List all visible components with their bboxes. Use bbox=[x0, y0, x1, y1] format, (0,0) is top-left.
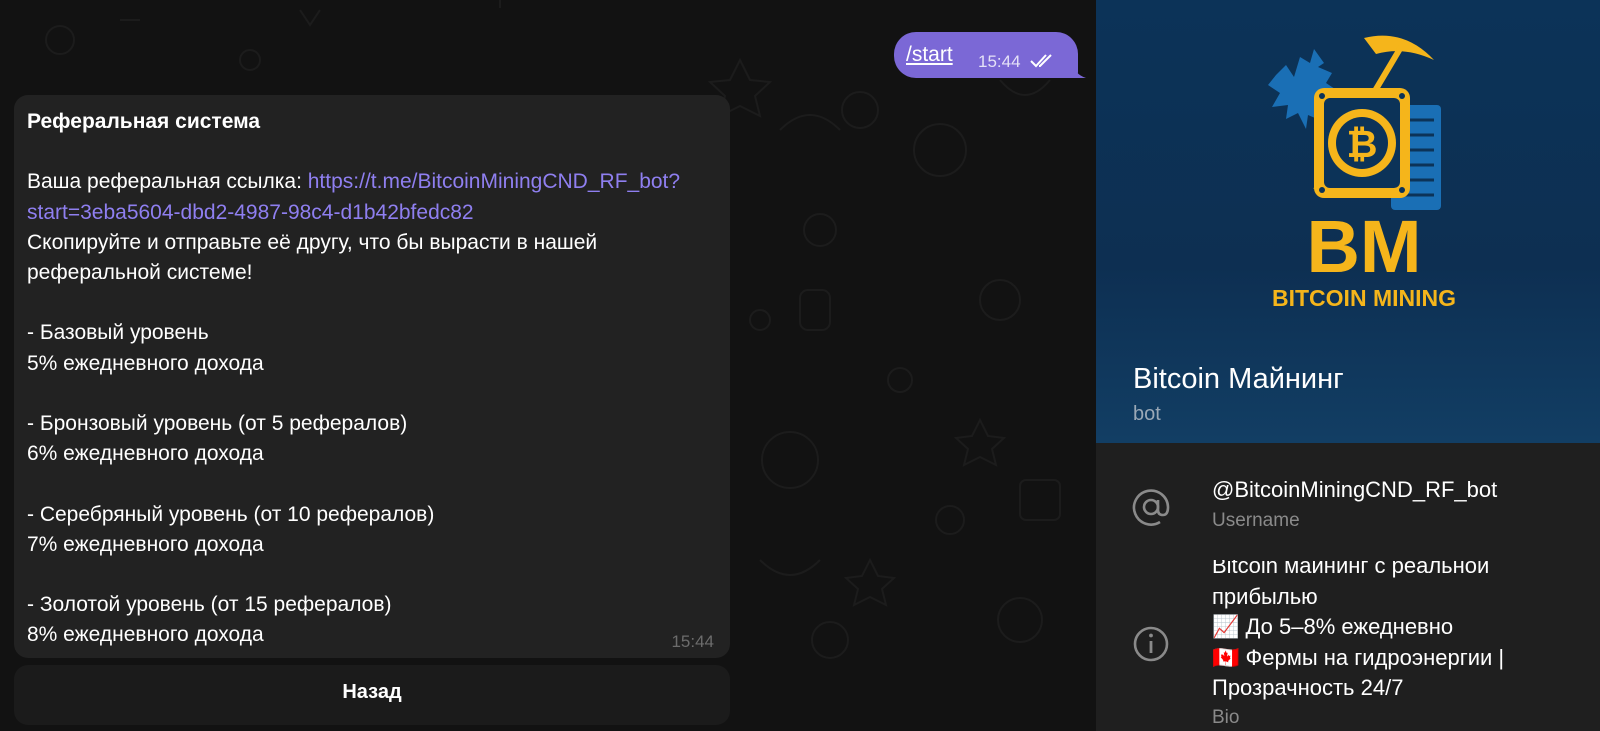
profile-header-image: ₿ BM BITCOIN MINING Bitcoin Майнинг bot bbox=[1096, 0, 1600, 443]
bio-row[interactable]: Bitcoin майнинг с реальной прибылью 📈 До… bbox=[1096, 560, 1600, 731]
bitcoin-mining-logo: ₿ BM BITCOIN MINING bbox=[1268, 35, 1456, 310]
bot-subtitle: bot bbox=[1133, 403, 1161, 425]
bio-label: Bio bbox=[1212, 707, 1240, 728]
message-time: 15:44 bbox=[978, 52, 1021, 71]
info-icon bbox=[1133, 626, 1169, 662]
back-button[interactable]: Назад bbox=[14, 665, 730, 725]
link-intro: Ваша реферальная ссылка: bbox=[27, 170, 308, 194]
logo-bitcoin-mining-text: BITCOIN MINING bbox=[1272, 285, 1456, 310]
logo-bm-text: BM bbox=[1306, 205, 1421, 288]
at-icon bbox=[1132, 489, 1170, 526]
bot-name: Bitcoin Майнинг bbox=[1133, 363, 1344, 395]
chat-area: /start 15:44 Реферальная система Ваша ре… bbox=[0, 0, 1096, 731]
double-check-icon bbox=[1030, 54, 1052, 68]
message-text: Реферальная система Ваша реферальная ссы… bbox=[27, 107, 717, 651]
username-row[interactable]: @BitcoinMiningCND_RF_bot Username bbox=[1096, 470, 1600, 540]
message-time: 15:44 bbox=[671, 632, 714, 651]
bio-text: Bitcoin майнинг с реальной прибылью 📈 До… bbox=[1212, 560, 1505, 700]
bubble-tail bbox=[1072, 62, 1086, 78]
username-label: Username bbox=[1212, 510, 1300, 531]
outgoing-message: /start 15:44 bbox=[894, 32, 1086, 78]
svg-text:₿: ₿ bbox=[1347, 124, 1378, 166]
start-command-link[interactable]: /start bbox=[906, 43, 953, 67]
message-title: Реферальная система bbox=[27, 110, 261, 133]
message-body: Скопируйте и отправьте её другу, что бы … bbox=[27, 230, 598, 647]
username-value: @BitcoinMiningCND_RF_bot bbox=[1212, 477, 1498, 502]
profile-panel: ₿ BM BITCOIN MINING Bitcoin Майнинг bot … bbox=[1096, 0, 1600, 731]
incoming-message: Реферальная система Ваша реферальная ссы… bbox=[14, 95, 730, 658]
